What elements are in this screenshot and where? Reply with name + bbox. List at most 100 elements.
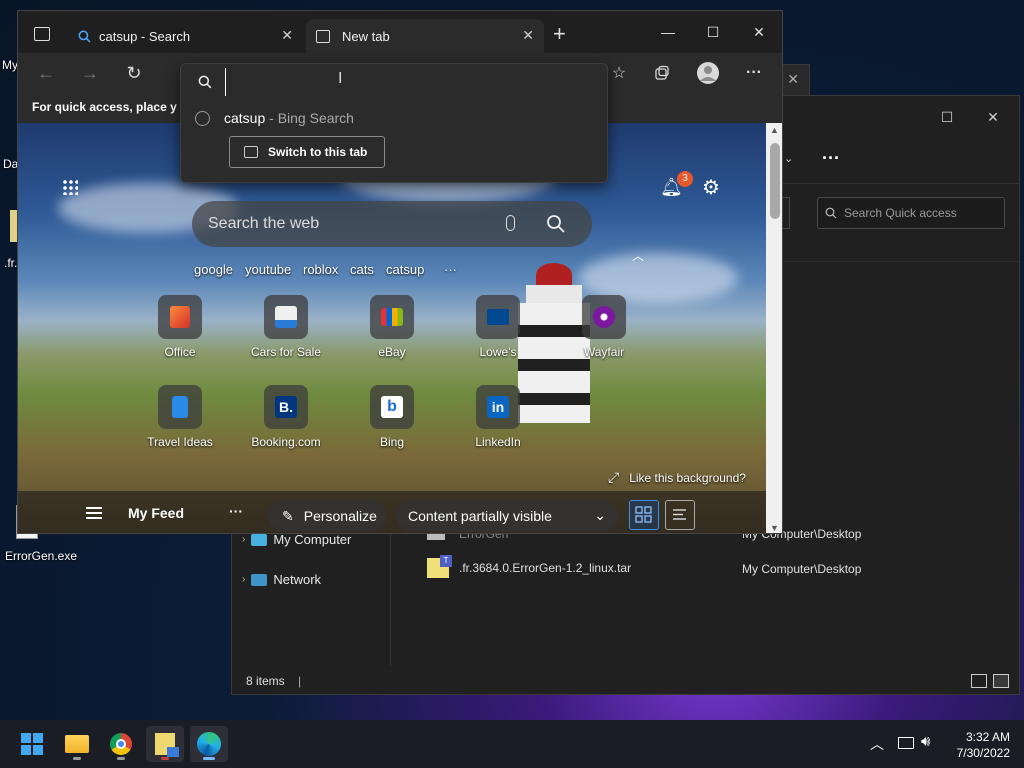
refresh-icon[interactable]: ↻ (122, 61, 146, 85)
web-search-input[interactable]: Search the web (192, 201, 592, 247)
volume-icon[interactable]: 🔊︎ (921, 733, 930, 750)
quick-link-roblox[interactable]: roblox (303, 262, 338, 277)
like-background-link[interactable]: ⤢ Like this background? (608, 469, 746, 486)
switch-to-tab-button[interactable]: Switch to this tab (229, 136, 385, 168)
tile-ebay[interactable]: eBay (342, 295, 442, 359)
explorer-chevron-icon[interactable]: ⌄ (784, 152, 793, 165)
explorer-nav-pane-divider (390, 526, 391, 666)
minimize-icon[interactable]: — (653, 21, 683, 43)
scroll-down-icon[interactable]: ▼ (770, 523, 779, 533)
quick-link-catsup[interactable]: catsup (386, 262, 424, 277)
chrome-icon (110, 733, 132, 755)
tiles-view-icon[interactable] (993, 674, 1009, 688)
apps-launcher-icon[interactable] (62, 179, 78, 195)
tile-travel-ideas[interactable]: Travel Ideas (130, 385, 230, 449)
tab-actions-icon[interactable] (34, 27, 50, 41)
content-visibility-label: Content partially visible (408, 508, 552, 524)
close-window-icon[interactable]: ✕ (744, 21, 774, 43)
tile-label: Cars for Sale (250, 345, 322, 359)
quick-link-youtube[interactable]: youtube (245, 262, 291, 277)
profile-avatar-icon[interactable] (696, 61, 720, 85)
address-bar-dropdown: I catsup - Bing Search Switch to this ta… (180, 63, 608, 183)
tile-label: Lowe's (479, 345, 517, 359)
tile-label: Booking.com (251, 435, 321, 449)
pencil-icon: ✎ (282, 507, 294, 524)
desktop-label-errorgen: ErrorGen.exe (5, 549, 78, 563)
nav-item-my-computer[interactable]: › My Computer (242, 532, 351, 547)
taskbar-edge[interactable] (190, 726, 228, 762)
network-status-icon[interactable] (898, 737, 914, 749)
linkedin-icon: in (476, 385, 520, 429)
tab-label: New tab (342, 28, 390, 44)
show-hidden-icons-chevron[interactable]: ︿ (870, 734, 884, 754)
chevron-right-icon[interactable]: › (242, 534, 245, 545)
booking-icon: B. (264, 385, 308, 429)
maximize-icon[interactable]: ☐ (698, 21, 728, 43)
favorites-star-icon[interactable]: ☆ (607, 61, 631, 85)
tile-office[interactable]: Office (130, 295, 230, 359)
collections-icon[interactable] (650, 61, 674, 85)
tile-label: Bing (379, 435, 405, 449)
nav-item-network[interactable]: › Network (242, 572, 321, 587)
address-bar-input[interactable] (225, 68, 595, 96)
wayfair-icon (582, 295, 626, 339)
file-location: My Computer\Desktop (742, 562, 862, 576)
like-background-label: Like this background? (629, 470, 746, 485)
taskbar-errorgen[interactable] (146, 726, 184, 762)
tile-cars-for-sale[interactable]: Cars for Sale (236, 295, 336, 359)
details-view-icon[interactable] (971, 674, 987, 688)
page-scrollbar[interactable]: ▲ ▼ (766, 123, 782, 533)
search-submit-icon[interactable] (546, 214, 566, 234)
tile-wayfair[interactable]: Wayfair (554, 295, 654, 359)
file-name: .fr.3684.0.ErrorGen-1.2_linux.tar (459, 561, 632, 575)
tile-lowes[interactable]: Lowe's (448, 295, 548, 359)
scroll-up-icon[interactable]: ▲ (770, 125, 779, 135)
feed-more-button[interactable]: ··· (229, 503, 243, 519)
text-cursor-icon: I (338, 70, 343, 87)
running-indicator (161, 757, 169, 760)
collapse-chevron-icon[interactable]: ︿ (632, 247, 644, 264)
explorer-search-input[interactable]: Search Quick access (817, 197, 1005, 229)
page-settings-gear-icon[interactable]: ⚙ (702, 175, 720, 200)
chevron-right-icon[interactable]: › (242, 574, 245, 585)
search-suggestion[interactable]: catsup - Bing Search (195, 110, 354, 126)
grid-layout-icon[interactable] (629, 500, 659, 530)
scrollbar-thumb[interactable] (770, 143, 780, 219)
ghost-close-icon[interactable]: ✕ (787, 71, 799, 88)
new-tab-page-icon (316, 29, 330, 43)
tab-label: catsup - Search (99, 28, 191, 44)
explorer-more-icon[interactable]: ··· (822, 148, 840, 169)
tile-bing[interactable]: b Bing (342, 385, 442, 449)
tile-booking[interactable]: B. Booking.com (236, 385, 336, 449)
back-arrow-icon[interactable]: ← (34, 61, 58, 85)
close-tab-icon[interactable]: ✕ (281, 27, 293, 44)
close-tab-icon[interactable]: ✕ (522, 27, 534, 44)
quick-link-google[interactable]: google (194, 262, 233, 277)
new-tab-plus-icon[interactable]: + (553, 21, 566, 47)
quick-links-more-button[interactable]: ··· (444, 262, 457, 277)
explorer-close-icon[interactable]: ✕ (978, 106, 1008, 128)
office-icon (158, 295, 202, 339)
personalize-button[interactable]: ✎ Personalize (268, 500, 386, 532)
microphone-icon[interactable] (506, 215, 515, 231)
hamburger-menu-icon[interactable] (86, 507, 102, 519)
lowes-icon (476, 295, 520, 339)
quick-link-cats[interactable]: cats (350, 262, 374, 277)
my-feed-tab[interactable]: My Feed (128, 505, 184, 521)
forward-arrow-icon[interactable]: → (78, 61, 102, 85)
travel-icon (158, 385, 202, 429)
status-bar-count: 8 items | (246, 674, 301, 688)
start-button[interactable] (13, 726, 51, 762)
explorer-maximize-icon[interactable]: ☐ (932, 106, 962, 128)
taskbar-file-explorer[interactable] (58, 726, 96, 762)
tab-catsup-search[interactable]: catsup - Search ✕ (68, 19, 303, 53)
tile-label: Travel Ideas (147, 435, 213, 449)
tile-linkedin[interactable]: in LinkedIn (448, 385, 548, 449)
list-layout-icon[interactable] (665, 500, 695, 530)
system-clock[interactable]: 3:32 AM 7/30/2022 (957, 729, 1010, 761)
tab-new-tab[interactable]: New tab ✕ (306, 19, 544, 53)
taskbar-chrome[interactable] (102, 726, 140, 762)
settings-more-icon[interactable]: ··· (742, 61, 766, 85)
content-visibility-dropdown[interactable]: Content partially visible ⌄ (396, 500, 618, 532)
file-row[interactable]: T .fr.3684.0.ErrorGen-1.2_linux.tar (427, 555, 632, 578)
